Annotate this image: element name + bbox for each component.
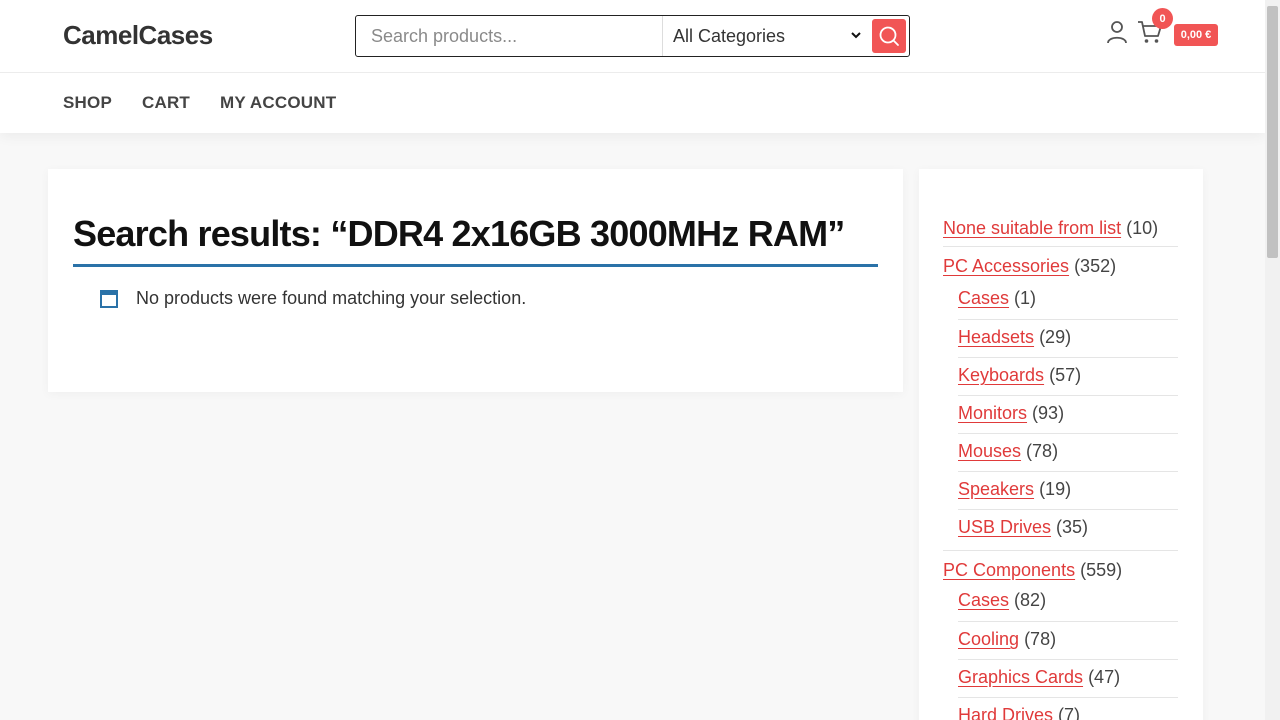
site-header: CamelCases All Categories 0 0,00 € SHOP …	[0, 0, 1265, 133]
list-item: Monitors (93)	[958, 396, 1178, 434]
subcategory-count: (78)	[1026, 441, 1059, 461]
subcategory-link[interactable]: Cooling	[958, 629, 1019, 649]
subcategory-count: (35)	[1056, 517, 1089, 537]
list-item: Keyboards (57)	[958, 358, 1178, 396]
window-icon	[100, 290, 118, 308]
chevron-down-icon	[851, 32, 861, 39]
subcategory-link[interactable]: Cases	[958, 288, 1009, 308]
category-count: (10)	[1126, 218, 1159, 238]
category-link[interactable]: PC Components	[943, 560, 1075, 580]
list-item: Speakers (19)	[958, 472, 1178, 510]
list-item: Graphics Cards (47)	[958, 660, 1178, 698]
nav-my-account[interactable]: MY ACCOUNT	[220, 93, 336, 113]
subcategory-count: (1)	[1014, 288, 1037, 308]
category-list: None suitable from list (10) PC Accessor…	[943, 215, 1178, 720]
search-results-card: Search results: “DDR4 2x16GB 3000MHz RAM…	[48, 169, 903, 392]
subcategory-link[interactable]: Hard Drives	[958, 705, 1053, 720]
user-account-icon[interactable]	[1106, 20, 1128, 44]
page-title: Search results: “DDR4 2x16GB 3000MHz RAM…	[73, 213, 845, 254]
list-item: Cases (1)	[958, 285, 1178, 320]
subcategory-link[interactable]: Speakers	[958, 479, 1034, 499]
category-count: (559)	[1080, 560, 1123, 580]
category-select[interactable]: All Categories	[663, 16, 871, 56]
subcategory-link[interactable]: Mouses	[958, 441, 1021, 461]
category-item-none-suitable: None suitable from list (10)	[943, 215, 1178, 247]
list-item: Mouses (78)	[958, 434, 1178, 472]
list-item: USB Drives (35)	[958, 510, 1178, 550]
subcategory-link[interactable]: Cases	[958, 590, 1009, 610]
page-scrollbar[interactable]	[1265, 0, 1280, 720]
list-item: Cases (82)	[958, 587, 1178, 622]
subcategory-count: (78)	[1024, 629, 1057, 649]
site-logo[interactable]: CamelCases	[63, 20, 213, 51]
subcategory-list: Cases (1) Headsets (29) Keyboards (57) M…	[943, 285, 1178, 551]
category-count: (352)	[1074, 256, 1117, 276]
category-item-pc-accessories: PC Accessories (352) Cases (1) Headsets …	[943, 253, 1178, 551]
category-item-pc-components: PC Components (559) Cases (82) Cooling (…	[943, 551, 1178, 720]
category-select-value: All Categories	[673, 25, 786, 46]
list-item: Cooling (78)	[958, 622, 1178, 660]
subcategory-count: (29)	[1039, 327, 1072, 347]
category-link[interactable]: None suitable from list	[943, 218, 1121, 238]
main-nav: SHOP CART MY ACCOUNT	[63, 93, 336, 113]
search-button[interactable]	[872, 19, 906, 53]
subcategory-count: (7)	[1058, 705, 1081, 720]
subcategory-link[interactable]: Monitors	[958, 403, 1027, 423]
subcategory-count: (19)	[1039, 479, 1072, 499]
cart-count-badge: 0	[1152, 8, 1173, 29]
search-icon	[879, 26, 899, 46]
subcategory-link[interactable]: Keyboards	[958, 365, 1044, 385]
subcategory-count: (47)	[1088, 667, 1121, 687]
no-products-notice: No products were found matching your sel…	[136, 288, 527, 308]
subcategory-count: (93)	[1032, 403, 1065, 423]
subcategory-link[interactable]: Graphics Cards	[958, 667, 1083, 687]
category-sidebar: None suitable from list (10) PC Accessor…	[919, 169, 1203, 720]
subcategory-count: (82)	[1014, 590, 1047, 610]
header-divider	[0, 72, 1265, 73]
list-item: Hard Drives (7)	[958, 698, 1178, 720]
search-input[interactable]	[356, 16, 663, 56]
nav-shop[interactable]: SHOP	[63, 93, 112, 113]
category-link[interactable]: PC Accessories	[943, 256, 1069, 276]
nav-cart[interactable]: CART	[142, 93, 190, 113]
subcategory-count: (57)	[1049, 365, 1082, 385]
title-underline	[73, 264, 878, 267]
search-form: All Categories	[355, 15, 910, 57]
scrollbar-thumb[interactable]	[1267, 6, 1278, 258]
list-item: Headsets (29)	[958, 320, 1178, 358]
cart-total-badge[interactable]: 0,00 €	[1174, 24, 1218, 46]
subcategory-link[interactable]: Headsets	[958, 327, 1034, 347]
subcategory-list: Cases (82) Cooling (78) Graphics Cards (…	[943, 587, 1178, 720]
subcategory-link[interactable]: USB Drives	[958, 517, 1051, 537]
